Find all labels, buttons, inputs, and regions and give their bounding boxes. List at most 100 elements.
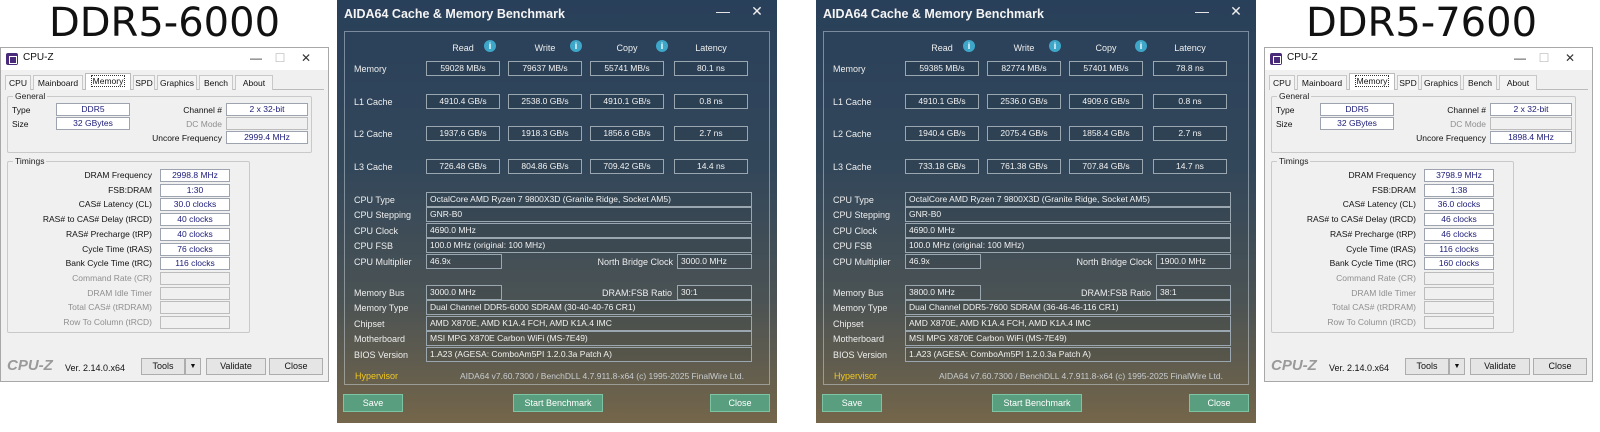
row-label: Memory	[833, 64, 866, 74]
close-button[interactable]: Close	[1533, 358, 1587, 375]
uncore-value: 2999.4 MHz	[226, 131, 308, 144]
benchmark-value: 2536.0 GB/s	[987, 94, 1061, 109]
memory-value: 3800.0 MHz	[905, 285, 981, 300]
timing-label: DRAM Idle Timer	[1351, 287, 1416, 298]
timing-label: FSB:DRAM	[108, 184, 152, 195]
close-icon[interactable]: ✕	[1226, 3, 1246, 20]
tab-label: Graphics	[1423, 78, 1458, 88]
hypervisor-link[interactable]: Hypervisor	[834, 371, 877, 381]
tab-about[interactable]: About	[235, 75, 273, 90]
benchmark-value: 80.1 ns	[674, 61, 748, 76]
close-button[interactable]: Close	[1189, 394, 1249, 412]
benchmark-value: 733.18 GB/s	[905, 159, 979, 174]
tools-dropdown-icon[interactable]: ▼	[1449, 358, 1465, 375]
close-icon[interactable]: ✕	[747, 3, 767, 20]
column-header: Copy	[1095, 43, 1117, 53]
row-label: L2 Cache	[354, 129, 393, 139]
validate-button[interactable]: Validate	[1470, 358, 1530, 375]
title-bar: CPU-Z — ☐ ✕	[1, 48, 328, 70]
benchmark-value: 1858.4 GB/s	[1069, 126, 1143, 141]
hypervisor-link[interactable]: Hypervisor	[355, 371, 398, 381]
close-icon[interactable]: ✕	[1560, 51, 1580, 65]
tab-label: Bench	[1467, 78, 1493, 88]
tab-cpu[interactable]: CPU	[1269, 75, 1295, 90]
tab-graphics[interactable]: Graphics	[1421, 75, 1461, 90]
tools-button[interactable]: Tools	[141, 358, 185, 375]
tab-spd[interactable]: SPD	[133, 75, 155, 90]
timing-value	[160, 316, 230, 329]
info-value: 46.9x	[426, 254, 502, 269]
validate-button[interactable]: Validate	[206, 358, 266, 375]
label-ddr5-7600: DDR5-7600	[1305, 0, 1538, 46]
info-icon[interactable]: i	[1135, 40, 1147, 52]
save-button[interactable]: Save	[822, 394, 882, 412]
benchmark-value: 59385 MB/s	[905, 61, 979, 76]
timing-label: Bank Cycle Time (tRC)	[1329, 258, 1416, 269]
timing-value	[1424, 316, 1494, 329]
info-icon[interactable]: i	[484, 40, 496, 52]
maximize-button[interactable]: ☐	[1534, 51, 1554, 65]
tab-bench[interactable]: Bench	[1463, 75, 1497, 90]
tab-mainboard[interactable]: Mainboard	[33, 75, 83, 90]
minimize-button[interactable]: —	[713, 3, 733, 19]
north-bridge-value: 1900.0 MHz	[1156, 254, 1231, 269]
minimize-button[interactable]: —	[1192, 3, 1212, 19]
tab-memory[interactable]: Memory	[1349, 73, 1395, 90]
group-label: General	[1277, 91, 1312, 101]
info-value: OctalCore AMD Ryzen 7 9800X3D (Granite R…	[426, 192, 752, 207]
tools-button[interactable]: Tools	[1405, 358, 1449, 375]
info-label: CPU Clock	[354, 226, 399, 236]
start-benchmark-button[interactable]: Start Benchmark	[992, 394, 1082, 412]
close-icon[interactable]: ✕	[296, 51, 316, 65]
tab-label: Mainboard	[37, 78, 79, 88]
info-icon[interactable]: i	[1049, 40, 1061, 52]
maximize-button[interactable]: ☐	[270, 51, 290, 65]
timing-value: 40 clocks	[160, 213, 230, 227]
info-icon[interactable]: i	[963, 40, 975, 52]
row-label: L3 Cache	[354, 162, 393, 172]
memory-label: BIOS Version	[354, 350, 409, 360]
tab-cpu[interactable]: CPU	[5, 75, 31, 90]
memory-value: MSI MPG X870E Carbon WiFi (MS-7E49)	[426, 331, 752, 346]
aida-window-right: AIDA64 Cache & Memory Benchmark — ✕ Read i Wr…	[816, 0, 1256, 423]
timing-value: 36.0 clocks	[1424, 198, 1494, 212]
tab-mainboard[interactable]: Mainboard	[1297, 75, 1347, 90]
tab-spd[interactable]: SPD	[1397, 75, 1419, 90]
benchmark-value: 726.48 GB/s	[426, 159, 500, 174]
ratio-label: DRAM:FSB Ratio	[601, 288, 672, 298]
type-label: Type	[1276, 105, 1295, 115]
footer-bar: CPU-Z Ver. 2.14.0.x64 Tools ▼ Validate Close	[1265, 353, 1592, 381]
minimize-button[interactable]: —	[246, 51, 266, 65]
tab-label: SPD	[135, 78, 153, 88]
start-benchmark-button[interactable]: Start Benchmark	[513, 394, 603, 412]
memory-value: Dual Channel DDR5-7600 SDRAM (36-46-46-1…	[905, 300, 1231, 315]
tab-about[interactable]: About	[1499, 75, 1537, 90]
memory-label: Motherboard	[833, 334, 885, 344]
info-icon[interactable]: i	[570, 40, 582, 52]
tab-bench[interactable]: Bench	[199, 75, 233, 90]
info-label: CPU Stepping	[354, 210, 412, 220]
tab-graphics[interactable]: Graphics	[157, 75, 197, 90]
window-title: CPU-Z	[1287, 52, 1318, 63]
info-value: GNR-B0	[426, 207, 752, 222]
memory-value: Dual Channel DDR5-6000 SDRAM (30-40-40-7…	[426, 300, 752, 315]
close-button[interactable]: Close	[710, 394, 770, 412]
benchmark-value: 4910.4 GB/s	[426, 94, 500, 109]
ratio-value: 30:1	[677, 285, 752, 300]
memory-label: Memory Bus	[354, 288, 405, 298]
title-bar: CPU-Z — ☐ ✕	[1265, 48, 1592, 70]
cpuz-logo-icon	[1270, 53, 1282, 65]
info-icon[interactable]: i	[656, 40, 668, 52]
minimize-button[interactable]: —	[1510, 51, 1530, 65]
tools-dropdown-icon[interactable]: ▼	[185, 358, 201, 375]
timings-group: Timings DRAM Frequency 3798.9 MHz FSB:DRAM 1…	[1271, 156, 1514, 333]
tab-memory[interactable]: Memory	[85, 73, 131, 90]
memory-label: Chipset	[833, 319, 864, 329]
memory-value: 1.A23 (AGESA: ComboAm5PI 1.2.0.3a Patch …	[905, 347, 1231, 362]
close-button[interactable]: Close	[269, 358, 323, 375]
row-label: Memory	[354, 64, 387, 74]
benchmark-value: 2538.0 GB/s	[508, 94, 582, 109]
tab-bar: CPU Mainboard Memory SPD Graphics Bench About	[1269, 73, 1588, 90]
save-button[interactable]: Save	[343, 394, 403, 412]
tab-label: Memory	[90, 75, 126, 87]
